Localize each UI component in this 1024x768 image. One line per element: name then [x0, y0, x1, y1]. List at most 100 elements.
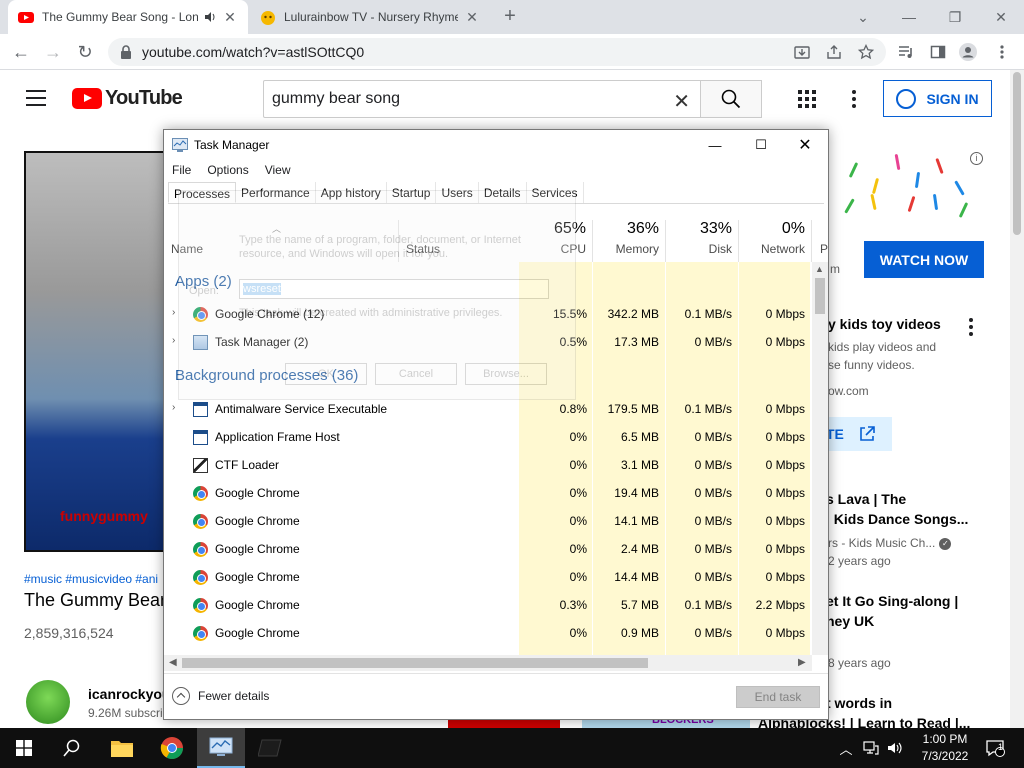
- bookmark-star-icon[interactable]: [856, 42, 876, 62]
- menu-view[interactable]: View: [257, 160, 299, 182]
- back-icon[interactable]: ←: [8, 39, 34, 65]
- recommended-title-1a[interactable]: s Lava | The: [826, 491, 906, 507]
- forward-icon[interactable]: →: [40, 39, 66, 65]
- expand-chevron-icon[interactable]: ›: [172, 402, 175, 413]
- settings-more-icon[interactable]: [852, 90, 856, 111]
- list-vertical-scrollbar[interactable]: ▲: [812, 262, 828, 655]
- process-row[interactable]: Google Chrome 0% 19.4 MB 0 MB/s 0 Mbps: [164, 479, 810, 507]
- windows-logo-icon: [16, 740, 32, 756]
- process-name: Google Chrome: [215, 542, 300, 556]
- scroll-up-icon[interactable]: ▲: [815, 264, 824, 274]
- process-row[interactable]: CTF Loader 0% 3.1 MB 0 MB/s 0 Mbps: [164, 451, 810, 479]
- video-player[interactable]: funnygummy: [24, 151, 169, 552]
- chrome-icon: [193, 570, 208, 585]
- profile-icon[interactable]: [958, 42, 978, 62]
- task-manager-taskbar-button[interactable]: [197, 728, 245, 768]
- process-row[interactable]: Application Frame Host 0% 6.5 MB 0 MB/s 0 Mb…: [164, 423, 810, 451]
- column-header-disk[interactable]: 33% Disk: [666, 220, 739, 262]
- page-scroll-thumb[interactable]: [1013, 72, 1021, 235]
- recommended-title-2a[interactable]: et It Go Sing-along |: [826, 593, 958, 609]
- ad-title[interactable]: y kids toy videos: [828, 316, 941, 332]
- minimize-icon[interactable]: —: [692, 130, 738, 160]
- restore-icon[interactable]: ❐: [932, 0, 978, 34]
- side-panel-icon[interactable]: [928, 42, 948, 62]
- network-icon[interactable]: [860, 728, 882, 768]
- show-hidden-icons-icon[interactable]: ︿: [836, 728, 856, 768]
- channel-name[interactable]: icanrockyou: [88, 686, 170, 702]
- expand-chevron-icon[interactable]: ›: [172, 307, 175, 318]
- start-button[interactable]: [0, 728, 48, 768]
- scroll-left-icon[interactable]: ◀: [169, 657, 177, 668]
- menu-options[interactable]: Options: [199, 160, 256, 182]
- tab-search-icon[interactable]: ⌄: [840, 0, 886, 34]
- browser-tab[interactable]: Lulurainbow TV - Nursery Rhyme ✕: [250, 0, 490, 34]
- chevron-up-icon: [172, 687, 190, 705]
- recommended-title-2b[interactable]: ney UK: [826, 613, 874, 629]
- media-control-icon[interactable]: [896, 42, 916, 62]
- scroll-thumb[interactable]: [182, 658, 648, 668]
- process-disk: 0 MB/s: [694, 626, 732, 640]
- menu-file[interactable]: File: [164, 160, 199, 182]
- chrome-menu-icon[interactable]: [992, 42, 1012, 62]
- address-bar[interactable]: youtube.com/watch?v=astlSOttCQ0: [108, 38, 886, 66]
- clear-search-icon[interactable]: ✕: [673, 89, 690, 114]
- ad-banner-sprinkles[interactable]: [830, 150, 986, 220]
- process-cpu: 0%: [569, 626, 587, 640]
- page-scrollbar[interactable]: [1010, 70, 1024, 728]
- video-title: The Gummy Bear: [24, 590, 167, 610]
- scroll-right-icon[interactable]: ▶: [798, 657, 806, 668]
- lock-icon: [121, 45, 131, 59]
- close-icon[interactable]: ✕: [782, 130, 828, 160]
- reload-icon[interactable]: ↻: [72, 39, 98, 65]
- process-row[interactable]: Google Chrome 0.3% 5.7 MB 0.1 MB/s 2.2 Mbps: [164, 591, 810, 619]
- share-icon[interactable]: [824, 42, 844, 62]
- youtube-play-icon: [72, 88, 102, 109]
- video-hashtags[interactable]: #music #musicvideo #ani: [24, 572, 158, 586]
- file-explorer-button[interactable]: [98, 728, 146, 768]
- visit-site-button[interactable]: TE: [820, 417, 892, 451]
- expand-chevron-icon[interactable]: ›: [172, 335, 175, 346]
- end-task-button[interactable]: End task: [736, 686, 820, 708]
- ad-info-icon[interactable]: i: [970, 152, 983, 165]
- channel-avatar[interactable]: [26, 680, 70, 724]
- new-tab-icon[interactable]: +: [498, 5, 522, 29]
- recommended-title-3a[interactable]: t words in: [826, 695, 892, 711]
- close-window-icon[interactable]: ✕: [978, 0, 1024, 34]
- task-manager-footer: Fewer details End task: [164, 673, 828, 719]
- close-tab-icon[interactable]: ✕: [222, 9, 238, 26]
- list-horizontal-scrollbar[interactable]: ◀ ▶: [164, 655, 812, 671]
- process-row[interactable]: Google Chrome 0% 14.4 MB 0 MB/s 0 Mbps: [164, 563, 810, 591]
- taskbar-search-button[interactable]: [48, 728, 96, 768]
- process-row[interactable]: Google Chrome 0% 2.4 MB 0 MB/s 0 Mbps: [164, 535, 810, 563]
- terminal-taskbar-button[interactable]: [246, 728, 294, 768]
- column-header-power[interactable]: P: [812, 220, 828, 262]
- column-header-memory[interactable]: 36% Memory: [593, 220, 666, 262]
- youtube-favicon-icon: [18, 12, 34, 23]
- scroll-thumb[interactable]: [815, 278, 825, 314]
- youtube-logo[interactable]: YouTube: [72, 87, 183, 110]
- taskbar-clock[interactable]: 1:00 PM 7/3/2022: [915, 731, 975, 765]
- process-memory: 5.7 MB: [620, 598, 659, 612]
- volume-icon[interactable]: [884, 728, 906, 768]
- search-button[interactable]: [700, 80, 762, 118]
- search-icon: [721, 89, 741, 109]
- browser-tab-active[interactable]: The Gummy Bear Song - Lon ✕: [8, 0, 248, 34]
- apps-grid-icon[interactable]: [798, 90, 816, 108]
- minimize-icon[interactable]: —: [886, 0, 932, 34]
- fewer-details-button[interactable]: Fewer details: [172, 687, 269, 705]
- close-tab-icon[interactable]: ✕: [464, 9, 480, 26]
- hamburger-menu-icon[interactable]: [26, 90, 46, 106]
- install-app-icon[interactable]: [792, 42, 812, 62]
- chrome-taskbar-button[interactable]: [148, 728, 196, 768]
- column-header-network[interactable]: 0% Network: [739, 220, 812, 262]
- recommended-title-1b[interactable]: | Kids Dance Songs...: [826, 511, 968, 527]
- sign-in-button[interactable]: SIGN IN: [883, 80, 992, 117]
- watch-now-button[interactable]: WATCH NOW: [864, 241, 984, 278]
- notifications-icon[interactable]: 1: [982, 728, 1008, 768]
- process-row[interactable]: Google Chrome 0% 14.1 MB 0 MB/s 0 Mbps: [164, 507, 810, 535]
- search-input[interactable]: gummy bear song ✕: [263, 80, 701, 118]
- task-manager-titlebar[interactable]: Task Manager — ☐ ✕: [164, 130, 828, 160]
- process-row[interactable]: Google Chrome 0% 0.9 MB 0 MB/s 0 Mbps: [164, 619, 810, 647]
- ad-more-icon[interactable]: [969, 318, 973, 339]
- maximize-icon[interactable]: ☐: [738, 130, 784, 160]
